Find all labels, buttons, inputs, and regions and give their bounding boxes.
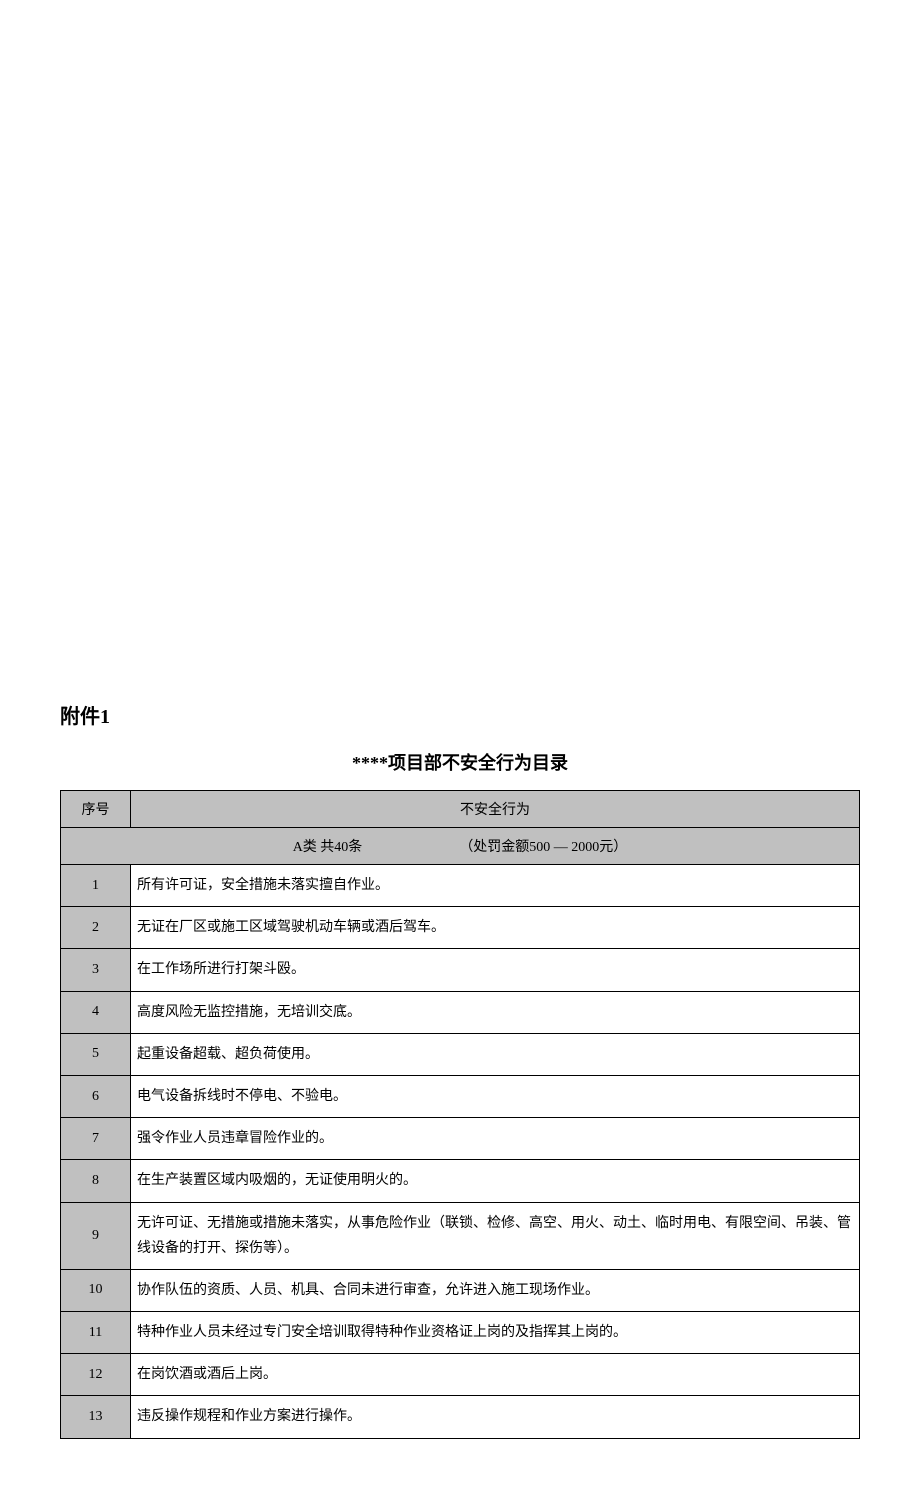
page-title: ****项目部不安全行为目录	[60, 749, 860, 775]
table-row: 9 无许可证、无措施或措施未落实，从事危险作业（联锁、检修、高空、用火、动土、临…	[61, 1202, 860, 1269]
row-seq: 5	[61, 1033, 131, 1075]
row-seq: 8	[61, 1160, 131, 1202]
row-desc: 协作队伍的资质、人员、机具、合同未进行审查，允许进入施工现场作业。	[131, 1269, 860, 1311]
header-desc: 不安全行为	[131, 791, 860, 828]
table-row: 4 高度风险无监控措施，无培训交底。	[61, 991, 860, 1033]
row-desc: 无许可证、无措施或措施未落实，从事危险作业（联锁、检修、高空、用火、动土、临时用…	[131, 1202, 860, 1269]
table-row: 12 在岗饮酒或酒后上岗。	[61, 1354, 860, 1396]
table-row: 1 所有许可证，安全措施未落实擅自作业。	[61, 865, 860, 907]
table-row: 10 协作队伍的资质、人员、机具、合同未进行审查，允许进入施工现场作业。	[61, 1269, 860, 1311]
row-desc: 所有许可证，安全措施未落实擅自作业。	[131, 865, 860, 907]
row-seq: 3	[61, 949, 131, 991]
table-row: 7 强令作业人员违章冒险作业的。	[61, 1118, 860, 1160]
row-desc: 在工作场所进行打架斗殴。	[131, 949, 860, 991]
category-cell: A类 共40条 （处罚金额500 — 2000元）	[61, 828, 860, 865]
row-desc: 强令作业人员违章冒险作业的。	[131, 1118, 860, 1160]
row-desc: 违反操作规程和作业方案进行操作。	[131, 1396, 860, 1438]
table-row: 11 特种作业人员未经过专门安全培训取得特种作业资格证上岗的及指挥其上岗的。	[61, 1312, 860, 1354]
table-row: 5 起重设备超载、超负荷使用。	[61, 1033, 860, 1075]
row-desc: 无证在厂区或施工区域驾驶机动车辆或酒后驾车。	[131, 907, 860, 949]
unsafe-behavior-table: 序号 不安全行为 A类 共40条 （处罚金额500 — 2000元） 1 所有许…	[60, 790, 860, 1439]
category-row: A类 共40条 （处罚金额500 — 2000元）	[61, 828, 860, 865]
row-seq: 11	[61, 1312, 131, 1354]
table-row: 2 无证在厂区或施工区域驾驶机动车辆或酒后驾车。	[61, 907, 860, 949]
table-row: 6 电气设备拆线时不停电、不验电。	[61, 1075, 860, 1117]
table-row: 3 在工作场所进行打架斗殴。	[61, 949, 860, 991]
row-seq: 9	[61, 1202, 131, 1269]
row-seq: 10	[61, 1269, 131, 1311]
table-row: 13 违反操作规程和作业方案进行操作。	[61, 1396, 860, 1438]
row-seq: 12	[61, 1354, 131, 1396]
row-desc: 高度风险无监控措施，无培训交底。	[131, 991, 860, 1033]
category-left: A类 共40条	[293, 840, 363, 855]
row-seq: 2	[61, 907, 131, 949]
row-seq: 4	[61, 991, 131, 1033]
table-row: 8 在生产装置区域内吸烟的，无证使用明火的。	[61, 1160, 860, 1202]
header-seq: 序号	[61, 791, 131, 828]
row-desc: 特种作业人员未经过专门安全培训取得特种作业资格证上岗的及指挥其上岗的。	[131, 1312, 860, 1354]
row-desc: 在岗饮酒或酒后上岗。	[131, 1354, 860, 1396]
row-desc: 起重设备超载、超负荷使用。	[131, 1033, 860, 1075]
row-seq: 7	[61, 1118, 131, 1160]
row-desc: 电气设备拆线时不停电、不验电。	[131, 1075, 860, 1117]
row-seq: 13	[61, 1396, 131, 1438]
table-header-row: 序号 不安全行为	[61, 791, 860, 828]
attachment-label: 附件1	[60, 700, 860, 729]
category-right: （处罚金额500 — 2000元）	[459, 840, 627, 855]
row-seq: 6	[61, 1075, 131, 1117]
row-seq: 1	[61, 865, 131, 907]
row-desc: 在生产装置区域内吸烟的，无证使用明火的。	[131, 1160, 860, 1202]
